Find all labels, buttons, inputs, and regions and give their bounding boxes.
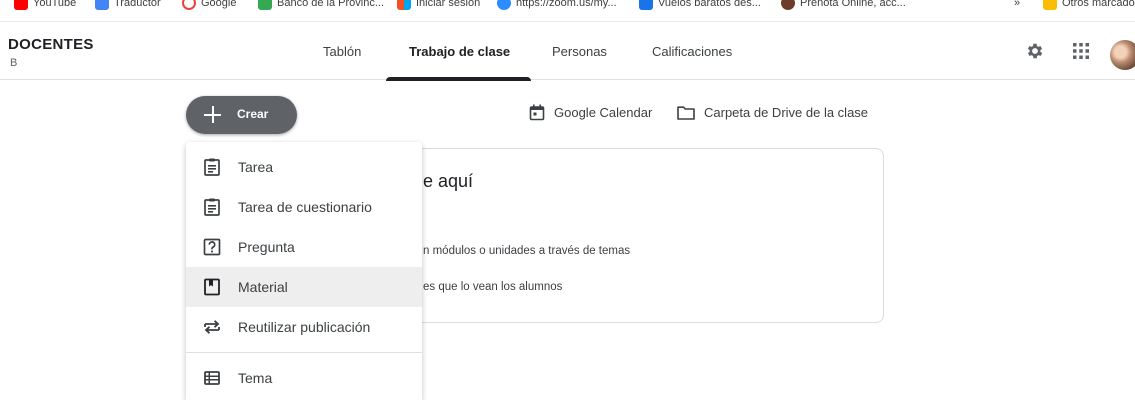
menu-item-label: Tarea <box>238 159 274 175</box>
card-tip-line: n módulos o unidades a través de temas <box>423 245 631 257</box>
reuse-post-icon <box>204 320 220 334</box>
bookmark-login[interactable]: Iniciar sesión <box>397 0 480 12</box>
question-icon <box>203 238 221 256</box>
youtube-icon <box>14 0 28 10</box>
google-calendar-label: Google Calendar <box>554 104 653 120</box>
bookmark-label: Traductor <box>114 0 161 9</box>
mail-icon <box>639 0 653 10</box>
drive-folder-label: Carpeta de Drive de la clase <box>704 104 869 120</box>
apps-grid-icon[interactable] <box>1069 39 1093 63</box>
menu-item-label: Pregunta <box>238 239 295 255</box>
assignment-icon <box>204 158 220 176</box>
prenota-icon <box>781 0 795 10</box>
card-tip-line: es que lo vean los alumnos <box>423 281 563 293</box>
google-icon <box>182 0 196 10</box>
class-section: B <box>10 57 18 69</box>
create-button-label: Crear <box>237 107 269 121</box>
calendar-icon <box>529 104 545 120</box>
tab-stream[interactable]: Tablón <box>323 22 361 80</box>
plus-icon <box>203 104 223 124</box>
bookmark-translator[interactable]: Traductor <box>95 0 161 12</box>
class-header: DOCENTES B Tablón Trabajo de clase Perso… <box>0 22 1135 81</box>
create-button[interactable]: Crear <box>186 96 297 134</box>
menu-divider <box>186 352 422 353</box>
bookmark-label: Google <box>201 0 237 9</box>
google-calendar-link[interactable]: Google Calendar <box>529 103 652 121</box>
bank-icon <box>258 0 272 10</box>
bookmark-label: https://zoom.us/my... <box>516 0 617 9</box>
bookmark-flights[interactable]: Vuelos baratos des... <box>639 0 761 12</box>
bookmark-label: Iniciar sesión <box>416 0 481 9</box>
tab-grades[interactable]: Calificaciones <box>652 22 732 80</box>
gear-icon[interactable] <box>1023 39 1047 63</box>
bookmarks-bar: YouTube Traductor Google Banco de la Pro… <box>0 0 1135 22</box>
bookmark-label: Otros marcado <box>1062 0 1135 9</box>
avatar[interactable] <box>1110 40 1135 70</box>
menu-item-topic[interactable]: Tema <box>186 358 422 398</box>
bookmark-youtube[interactable]: YouTube <box>14 0 76 12</box>
translate-icon <box>95 0 109 10</box>
menu-item-label: Tema <box>238 370 273 386</box>
bookmark-other[interactable]: Otros marcado <box>1043 0 1135 12</box>
tab-people[interactable]: Personas <box>552 22 607 80</box>
bookmark-label: Prenota Online, acc... <box>800 0 906 9</box>
zoom-icon <box>497 0 511 10</box>
menu-item-reuse-post[interactable]: Reutilizar publicación <box>186 307 422 347</box>
bookmark-google[interactable]: Google <box>182 0 236 12</box>
bookmark-zoom[interactable]: https://zoom.us/my... <box>497 0 617 12</box>
drive-folder-link[interactable]: Carpeta de Drive de la clase <box>677 103 868 121</box>
bookmark-prenota[interactable]: Prenota Online, acc... <box>781 0 906 12</box>
bookmark-bank[interactable]: Banco de la Provinc... <box>258 0 384 12</box>
bookmark-label: Banco de la Provinc... <box>277 0 385 9</box>
tab-classwork[interactable]: Trabajo de clase <box>409 22 510 80</box>
menu-item-question[interactable]: Pregunta <box>186 227 422 267</box>
menu-item-label: Tarea de cuestionario <box>238 199 372 215</box>
topic-icon <box>204 371 220 385</box>
class-name[interactable]: DOCENTES <box>8 36 94 53</box>
menu-item-assignment[interactable]: Tarea <box>186 147 422 187</box>
bookmark-label: Vuelos baratos des... <box>658 0 761 9</box>
folder-icon <box>677 105 695 120</box>
active-tab-indicator <box>386 77 531 81</box>
create-menu: Tarea Tarea de cuestionario Pregunta Mat… <box>186 142 422 400</box>
bookmark-label: YouTube <box>33 0 77 9</box>
chevron-double-right-icon: » <box>1014 0 1021 9</box>
bookmarks-overflow[interactable]: » <box>1014 0 1020 12</box>
empty-classwork-card: e aquí n módulos o unidades a través de … <box>404 148 884 323</box>
material-icon <box>204 278 220 296</box>
menu-item-material[interactable]: Material <box>186 267 422 307</box>
menu-item-label: Material <box>238 279 288 295</box>
menu-item-quiz-assignment[interactable]: Tarea de cuestionario <box>186 187 422 227</box>
card-title: e aquí <box>423 171 474 191</box>
menu-item-label: Reutilizar publicación <box>238 319 371 335</box>
quiz-assignment-icon <box>204 198 220 216</box>
folder-icon <box>1043 0 1057 10</box>
microsoft-icon <box>397 0 411 10</box>
